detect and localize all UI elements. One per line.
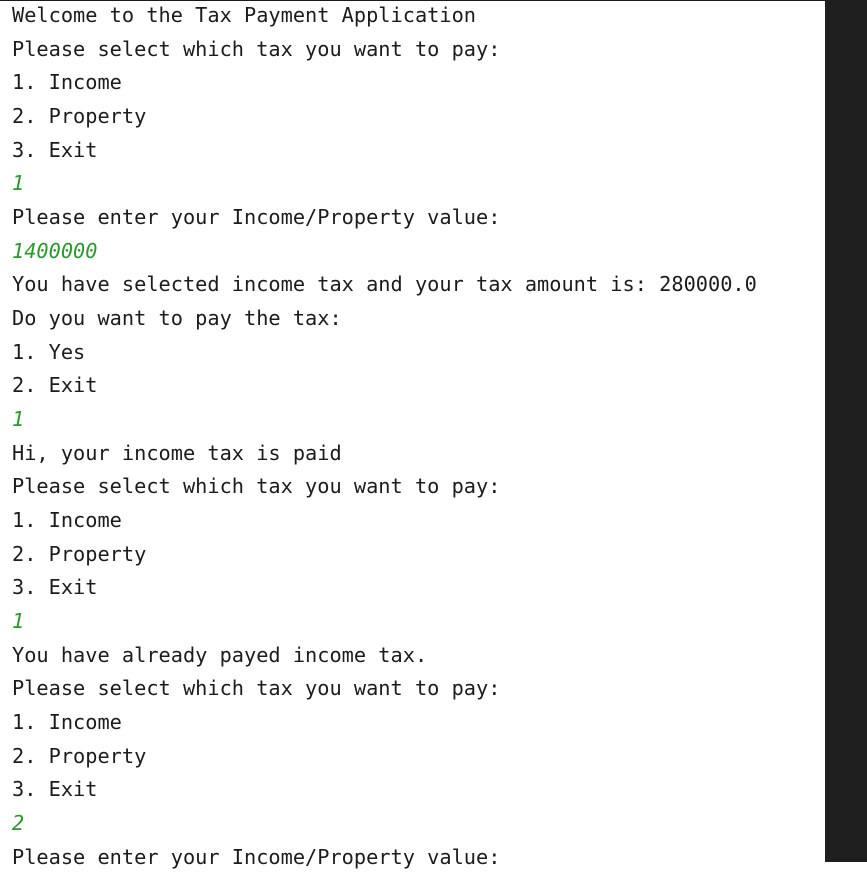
console-output-line: 2. Property bbox=[12, 743, 147, 768]
console-output-line: 3. Exit bbox=[12, 777, 98, 802]
console-output-line: Please select which tax you want to pay: bbox=[12, 676, 501, 701]
console-output-line: Please select which tax you want to pay: bbox=[12, 36, 501, 61]
console-output-line: You have already payed income tax. bbox=[12, 642, 428, 667]
console-input-line: 1400000 bbox=[12, 238, 98, 263]
console-output-line: 3. Exit bbox=[12, 137, 98, 162]
console-output-line: Please enter your Income/Property value: bbox=[12, 205, 501, 230]
console-output-line: 2. Exit bbox=[12, 373, 98, 398]
console-output-line: 1. Income bbox=[12, 710, 122, 735]
console-input-line: 1 bbox=[12, 407, 25, 432]
console-output-line: Do you want to pay the tax: bbox=[12, 306, 342, 331]
console-output-line: Welcome to the Tax Payment Application bbox=[12, 3, 476, 27]
console-input-line: 1 bbox=[12, 609, 25, 634]
console-output-line: Hi, your income tax is paid bbox=[12, 440, 342, 465]
console-output-line: 3. Exit bbox=[12, 575, 98, 600]
console-output-line: 1. Yes bbox=[12, 339, 86, 364]
console-output-line: 1. Income bbox=[12, 508, 122, 533]
console-output-line: 2. Property bbox=[12, 104, 147, 129]
console-output-line: Please enter your Income/Property value: bbox=[12, 844, 501, 869]
console-output-line: You have selected income tax and your ta… bbox=[12, 272, 757, 297]
console-output[interactable]: Welcome to the Tax Payment Application Pl… bbox=[12, 0, 822, 874]
side-panel bbox=[825, 0, 867, 862]
console-output-line: Please select which tax you want to pay: bbox=[12, 474, 501, 499]
console-input-line: 1 bbox=[12, 171, 25, 196]
console-output-line: 2. Property bbox=[12, 541, 147, 566]
console-output-line: 1. Income bbox=[12, 70, 122, 95]
console-input-line: 2 bbox=[12, 811, 25, 836]
